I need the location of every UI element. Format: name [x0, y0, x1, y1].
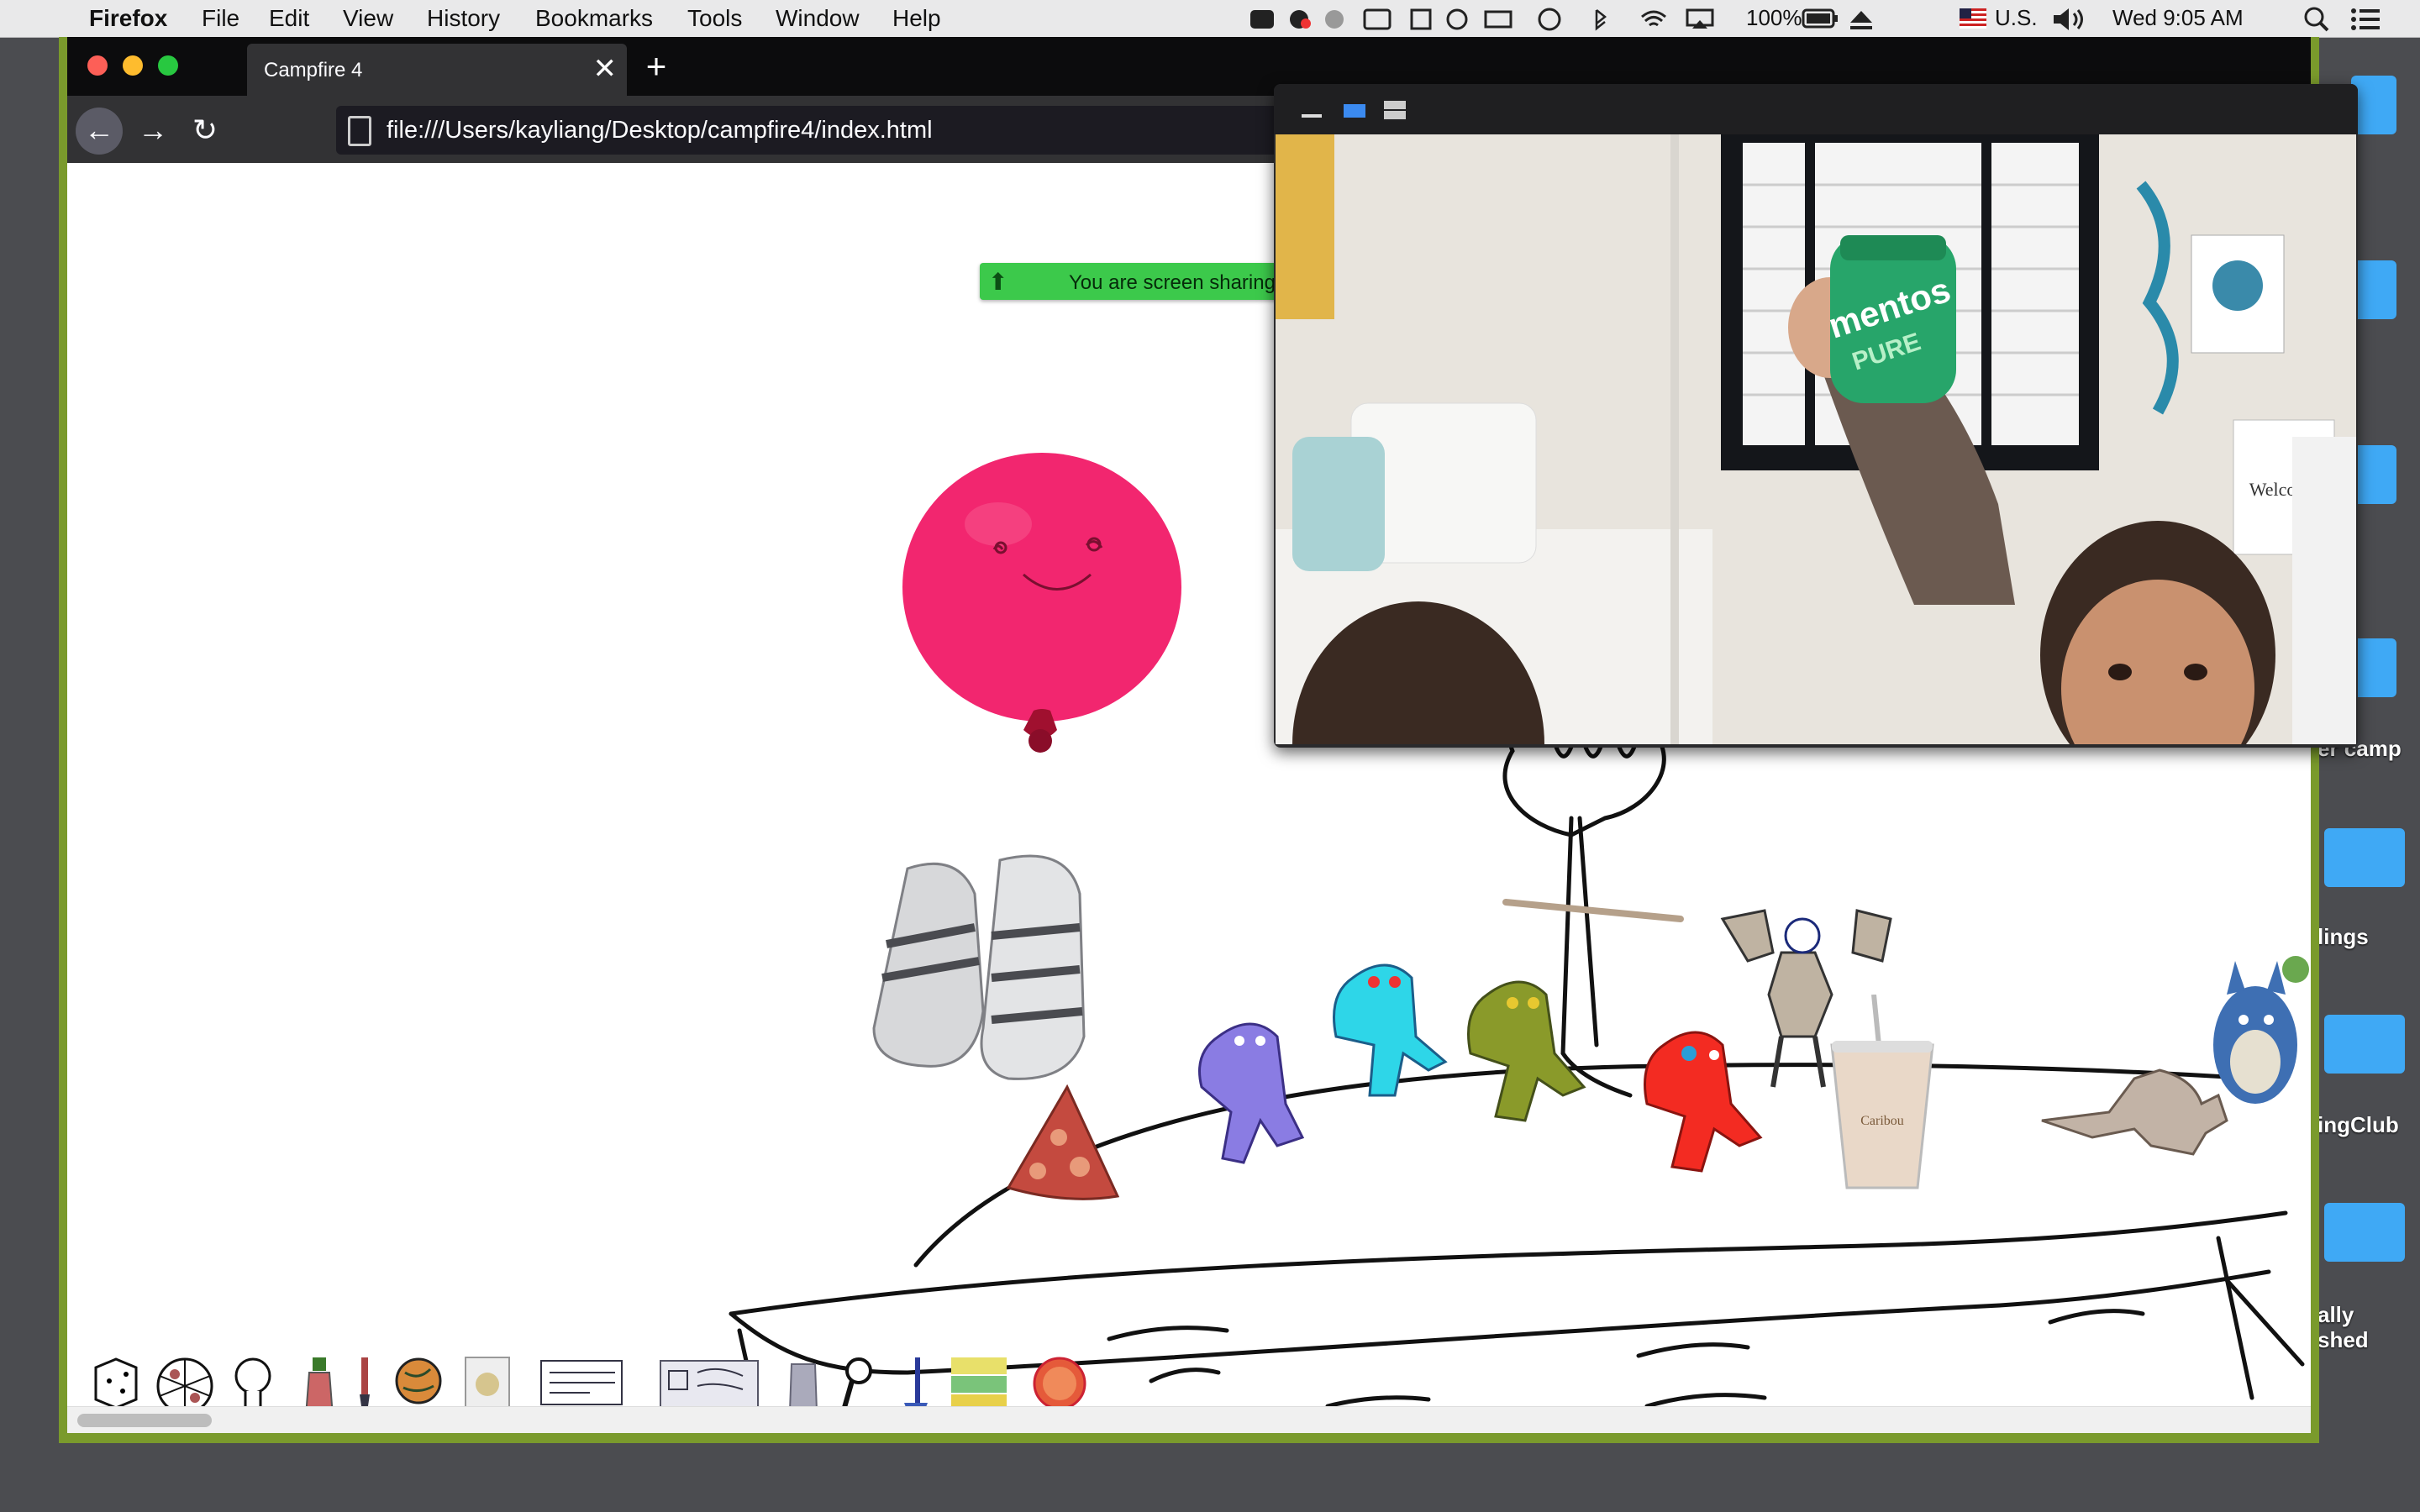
bluetooth-icon: [1595, 9, 1607, 31]
desktop-folder-icon[interactable]: [2324, 828, 2405, 887]
desktop-folder-icon[interactable]: [2351, 260, 2396, 319]
close-window-button[interactable]: [87, 55, 108, 76]
menu-bookmarks[interactable]: Bookmarks: [535, 5, 653, 32]
new-tab-icon[interactable]: +: [635, 45, 677, 87]
video-scene: Welcome mentos PURE: [1276, 134, 2356, 744]
purple-monster-drawing[interactable]: [1176, 1003, 1319, 1171]
desktop-folder-icon[interactable]: [2351, 76, 2396, 134]
menu-history[interactable]: History: [427, 5, 500, 32]
screen-share-arrow-icon: ⬆: [988, 269, 1008, 295]
clock[interactable]: Wed 9:05 AM: [2112, 5, 2244, 31]
menu-tools[interactable]: Tools: [687, 5, 742, 32]
zoom-window-button[interactable]: [158, 55, 178, 76]
status-icons: [1250, 8, 1714, 31]
eject-icon[interactable]: [1849, 8, 1874, 30]
video-window-toolbar: [1274, 84, 2358, 134]
spotlight-search-icon[interactable]: [2302, 5, 2331, 34]
desktop-folder-icon[interactable]: [2351, 638, 2396, 697]
input-source[interactable]: U.S.: [1995, 5, 2038, 31]
cup-label: Caribou: [1860, 1114, 1904, 1128]
note-card-icon[interactable]: [539, 1356, 623, 1408]
vpn-icon: [1446, 8, 1468, 30]
dice-icon[interactable]: [91, 1356, 141, 1411]
close-tab-icon[interactable]: ✕: [593, 52, 618, 86]
speaker-view-icon[interactable]: [1343, 101, 1366, 119]
iced-coffee-cup-image[interactable]: Caribou: [1823, 995, 1941, 1196]
menu-file[interactable]: File: [202, 5, 239, 32]
gallery-view-icon[interactable]: [1383, 99, 1407, 121]
horizontal-scrollbar[interactable]: [67, 1406, 2311, 1433]
page-icon: [348, 116, 371, 146]
stick: [1502, 899, 1684, 922]
desktop-folder-icon[interactable]: [2351, 445, 2396, 504]
sticky-notes-icon[interactable]: [950, 1356, 1008, 1413]
orange-slice-icon[interactable]: [1032, 1356, 1087, 1411]
island-edge-line: [729, 1210, 2288, 1316]
menu-window[interactable]: Window: [776, 5, 860, 32]
battery-percent: 100%: [1746, 5, 1802, 30]
back-button[interactable]: ←: [76, 108, 123, 155]
desktop-label[interactable]: ingClub: [2317, 1112, 2399, 1138]
minimize-window-button[interactable]: [123, 55, 143, 76]
wall-poster: [1276, 134, 1334, 319]
volume-icon[interactable]: [2050, 7, 2091, 32]
url-text: file:///Users/kayliang/Desktop/campfire4…: [387, 117, 933, 144]
menu-help[interactable]: Help: [892, 5, 941, 32]
us-flag-icon[interactable]: [1960, 8, 1986, 29]
notification-center-icon[interactable]: [2349, 7, 2383, 32]
reload-button[interactable]: ↻: [182, 108, 229, 155]
display-icon: [1484, 10, 1512, 29]
screen-sharing-banner[interactable]: ⬆ You are screen sharing: [980, 263, 1299, 300]
minimize-video-icon[interactable]: [1301, 102, 1323, 119]
camera-icon: [1325, 10, 1344, 29]
menu-view[interactable]: View: [343, 5, 393, 32]
totoro-figure-image[interactable]: [2202, 944, 2311, 1112]
green-monster-drawing[interactable]: [1445, 961, 1597, 1129]
balloon-image[interactable]: [897, 449, 1192, 776]
tab-title: Campfire 4: [264, 59, 363, 81]
participant-video-feed[interactable]: Welcome mentos PURE: [1276, 134, 2356, 744]
zoom-icon: [1250, 10, 1274, 29]
scrollbar-thumb[interactable]: [77, 1414, 212, 1427]
tab-campfire[interactable]: Campfire 4 ✕: [247, 44, 627, 96]
desktop-folder-icon[interactable]: [2324, 1015, 2405, 1074]
copy-icon: [1410, 8, 1432, 30]
pizza-slice-image[interactable]: [1000, 1079, 1126, 1205]
app-menu[interactable]: Firefox: [89, 5, 167, 32]
wifi-icon: [1641, 10, 1666, 27]
video-call-window[interactable]: Welcome mentos PURE: [1274, 84, 2358, 748]
desktop-label[interactable]: shed: [2317, 1327, 2369, 1353]
cyan-monster-drawing[interactable]: [1311, 944, 1454, 1112]
screen-sharing-text: You are screen sharing: [1069, 271, 1276, 294]
desktop-label[interactable]: ally: [2317, 1302, 2354, 1328]
time-machine-icon: [1538, 8, 1561, 31]
drawing-card-icon[interactable]: [659, 1356, 760, 1411]
battery-icon[interactable]: [1802, 8, 1839, 30]
menu-edit[interactable]: Edit: [269, 5, 309, 32]
desktop-label[interactable]: lings: [2317, 924, 2369, 950]
menu-bar: Firefox File Edit View History Bookmarks…: [0, 0, 2420, 38]
desktop-folder-icon[interactable]: [2324, 1203, 2405, 1262]
shoes-image[interactable]: [857, 843, 1176, 1087]
forward-button[interactable]: →: [129, 108, 176, 155]
screen-icon: [1363, 8, 1392, 30]
